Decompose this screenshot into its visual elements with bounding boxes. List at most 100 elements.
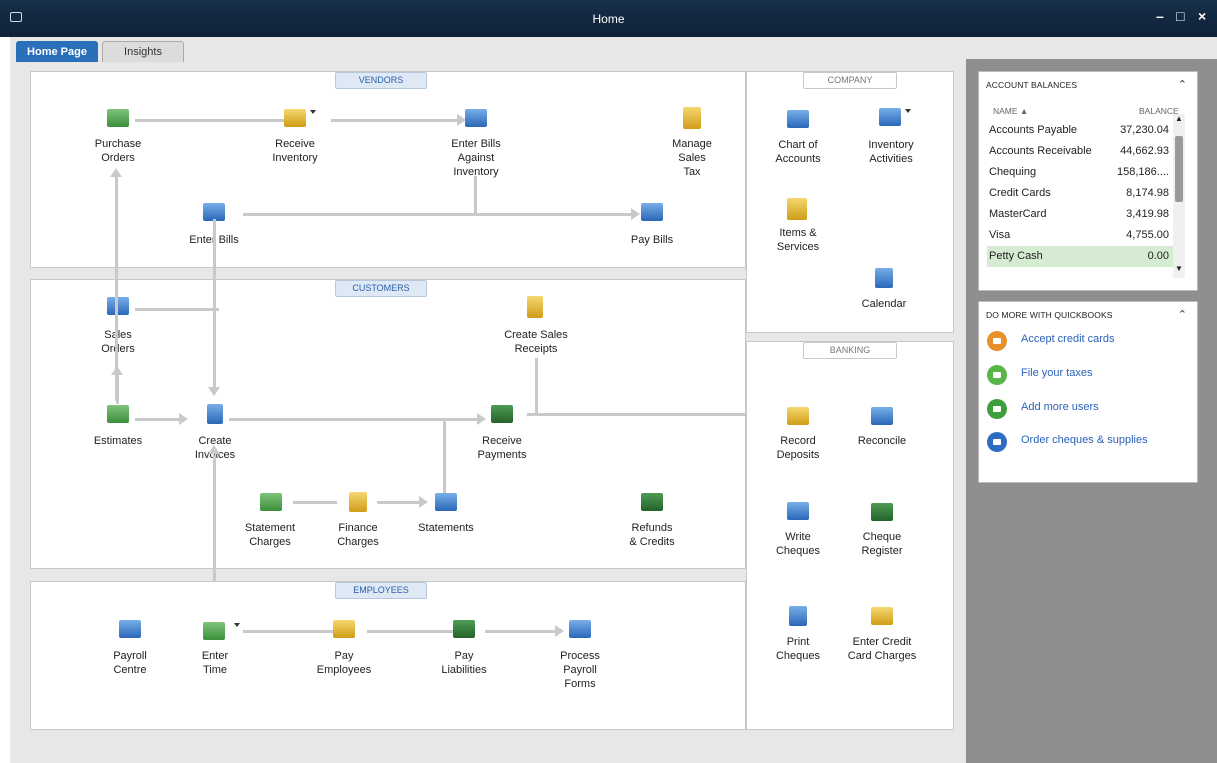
reconcile-icon[interactable] [871, 407, 893, 425]
flow-line [331, 119, 461, 122]
title-bar: Home – □ × [0, 0, 1217, 37]
items-services-icon[interactable] [787, 198, 807, 220]
company-panel: COMPANY Chart of Accounts Inventory Acti… [746, 71, 954, 333]
table-row[interactable]: Petty Cash 0.00 [987, 246, 1173, 267]
receive-payments-label[interactable]: Receive Payments [447, 434, 557, 462]
table-row[interactable]: Chequing 158,186.... [987, 162, 1173, 183]
estimates-label[interactable]: Estimates [63, 434, 173, 448]
reconcile-label[interactable]: Reconcile [827, 434, 937, 448]
flow-line [527, 413, 773, 416]
account-balance: 8,174.98 [1126, 187, 1169, 199]
purchase-orders-label[interactable]: Purchase Orders [63, 137, 173, 165]
create-invoices-icon[interactable] [207, 404, 223, 424]
receive-inventory-label[interactable]: Receive Inventory [240, 137, 350, 165]
pay-bills-label[interactable]: Pay Bills [597, 233, 707, 247]
tab-insights[interactable]: Insights [102, 41, 184, 62]
create-sales-receipts-label[interactable]: Create Sales Receipts [481, 328, 591, 356]
enter-time-icon[interactable] [203, 622, 225, 640]
statements-label[interactable]: Statements [391, 521, 501, 535]
calendar-icon[interactable] [875, 268, 893, 288]
enter-credit-card-charges-label[interactable]: Enter Credit Card Charges [827, 635, 937, 663]
process-payroll-forms-icon[interactable] [569, 620, 591, 638]
estimates-icon[interactable] [107, 405, 129, 423]
manage-sales-tax-icon[interactable] [683, 107, 701, 129]
close-button[interactable]: × [1198, 8, 1206, 24]
flow-line [443, 418, 446, 502]
chart-of-accounts-icon[interactable] [787, 110, 809, 128]
minimize-button[interactable]: – [1156, 8, 1164, 24]
account-name: MasterCard [989, 208, 1047, 220]
flow-line [535, 358, 538, 414]
record-deposits-icon[interactable] [787, 407, 809, 425]
table-row[interactable]: MasterCard 3,419.98 [987, 204, 1173, 225]
account-name: Accounts Payable [989, 124, 1078, 136]
account-balances-card: ACCOUNT BALANCES ⌃ NAME ▲ BALANCE Accoun… [978, 71, 1198, 291]
account-name: Credit Cards [989, 187, 1051, 199]
table-row[interactable]: Visa 4,755.00 [987, 225, 1173, 246]
process-payroll-forms-label[interactable]: Process Payroll Forms [525, 649, 635, 691]
collapse-icon[interactable]: ⌃ [1178, 308, 1187, 321]
payroll-centre-icon[interactable] [119, 620, 141, 638]
flow-line [213, 219, 216, 389]
company-section-label: COMPANY [803, 72, 897, 89]
flow-line [135, 119, 293, 122]
print-cheques-icon[interactable] [789, 606, 807, 626]
items-services-label[interactable]: Items & Services [743, 226, 853, 254]
refunds-credits-label[interactable]: Refunds & Credits [597, 521, 707, 549]
cheque-icon [987, 432, 1007, 452]
cheque-register-icon[interactable] [871, 503, 893, 521]
cheque-register-label[interactable]: Cheque Register [827, 530, 937, 558]
statements-icon[interactable] [435, 493, 457, 511]
table-row[interactable]: Accounts Payable 37,230.04 [987, 120, 1173, 141]
calendar-label[interactable]: Calendar [829, 297, 939, 311]
enter-bills-against-inventory-icon[interactable] [465, 109, 487, 127]
enter-credit-card-charges-icon[interactable] [871, 607, 893, 625]
pay-employees-label[interactable]: Pay Employees [289, 649, 399, 677]
chevron-down-icon[interactable] [310, 110, 316, 114]
statement-charges-icon[interactable] [260, 493, 282, 511]
flow-line [293, 501, 337, 504]
maximize-button[interactable]: □ [1176, 8, 1184, 24]
pay-bills-icon[interactable] [641, 203, 663, 221]
purchase-orders-icon[interactable] [107, 109, 129, 127]
receive-payments-icon[interactable] [491, 405, 513, 423]
window-title: Home [592, 12, 625, 26]
pay-liabilities-icon[interactable] [453, 620, 475, 638]
write-cheques-icon[interactable] [787, 502, 809, 520]
scrollbar-thumb[interactable] [1175, 136, 1183, 202]
name-column-header[interactable]: NAME ▲ [993, 106, 1028, 116]
scroll-down-icon[interactable]: ▼ [1175, 264, 1183, 273]
status-bar [10, 758, 956, 763]
manage-sales-tax-label[interactable]: Manage Sales Tax [637, 137, 747, 179]
sales-orders-label[interactable]: Sales Orders [63, 328, 173, 356]
refunds-credits-icon[interactable] [641, 493, 663, 511]
chevron-down-icon[interactable] [234, 623, 240, 627]
flow-line [377, 501, 419, 504]
flow-arrow [555, 625, 564, 637]
credit-card-icon [987, 331, 1007, 351]
banking-section-label: BANKING [803, 342, 897, 359]
pay-employees-icon[interactable] [333, 620, 355, 638]
enter-time-label[interactable]: Enter Time [160, 649, 270, 677]
collapse-icon[interactable]: ⌃ [1178, 78, 1187, 91]
flow-line [485, 630, 555, 633]
add-user-icon [987, 399, 1007, 419]
inventory-activities-icon[interactable] [879, 108, 901, 126]
scrollbar[interactable]: ▲ ▼ [1173, 114, 1185, 278]
flow-arrow [110, 168, 122, 177]
table-row[interactable]: Accounts Receivable 44,662.93 [987, 141, 1173, 162]
tab-home-page[interactable]: Home Page [16, 41, 98, 62]
table-row[interactable]: Credit Cards 8,174.98 [987, 183, 1173, 204]
inventory-activities-label[interactable]: Inventory Activities [836, 138, 946, 166]
enter-bills-against-inventory-label[interactable]: Enter Bills Against Inventory [421, 137, 531, 179]
receive-inventory-icon[interactable] [284, 109, 306, 127]
sales-orders-icon[interactable] [107, 297, 129, 315]
scroll-up-icon[interactable]: ▲ [1175, 114, 1183, 123]
flow-line [243, 630, 333, 633]
account-name: Chequing [989, 166, 1037, 178]
finance-charges-icon[interactable] [349, 492, 367, 512]
chevron-down-icon[interactable] [905, 109, 911, 113]
account-balance: 158,186.... [1117, 166, 1169, 178]
create-sales-receipts-icon[interactable] [527, 296, 543, 318]
pay-liabilities-label[interactable]: Pay Liabilities [409, 649, 519, 677]
